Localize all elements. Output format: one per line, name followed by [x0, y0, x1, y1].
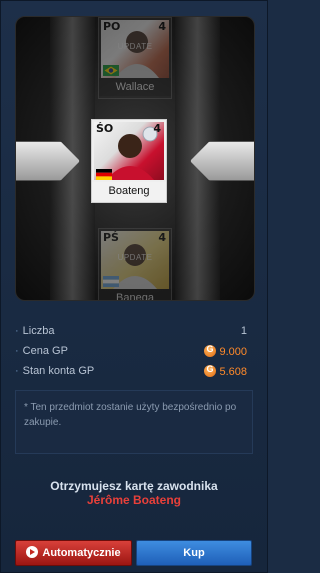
card-watermark: UPDATE	[117, 253, 153, 262]
brazil-flag-icon	[103, 65, 119, 76]
bullet-icon: ·	[15, 365, 19, 377]
bullet-icon: ·	[15, 325, 19, 337]
card-rating: 4	[153, 122, 161, 135]
card-position: PO	[103, 20, 121, 33]
price-value: 9.000	[219, 346, 247, 358]
player-card-next[interactable]: UPDATE PŚ 4 Banega	[98, 228, 172, 300]
receive-player-name: Jérôme Boateng	[86, 493, 182, 507]
card-watermark: UPDATE	[117, 42, 153, 51]
price-row: ·Cena GP 9.000	[15, 344, 255, 361]
card-rating: 4	[158, 231, 166, 244]
card-position: PŚ	[103, 231, 119, 244]
balance-label: Stan konta GP	[22, 365, 95, 377]
player-card-previous[interactable]: UPDATE PO 4 Wallace	[98, 17, 172, 99]
buy-button[interactable]: Kup	[136, 540, 252, 566]
card-player-name: Banega	[99, 289, 171, 300]
balance-row: ·Stan konta GP 5.608	[15, 364, 255, 381]
card-position: ŚO	[96, 122, 114, 135]
purchase-note: * Ten przedmiot zostanie użyty bezpośred…	[15, 390, 253, 454]
argentina-flag-icon	[103, 276, 119, 287]
germany-flag-icon	[96, 169, 112, 180]
count-row: · Liczba 1	[15, 325, 255, 341]
auto-button-label: Automatycznie	[42, 547, 121, 559]
bullet-icon: ·	[15, 345, 19, 357]
gp-coin-icon	[204, 364, 217, 377]
count-label: Liczba	[22, 325, 55, 337]
receive-text: Otrzymujesz kartę zawodnika	[50, 479, 218, 493]
card-selector: UPDATE PO 4 Wallace ŚO 4 Boateng UPDATE …	[15, 16, 255, 301]
purchase-panel: UPDATE PO 4 Wallace ŚO 4 Boateng UPDATE …	[0, 0, 268, 573]
play-icon	[26, 546, 39, 558]
card-player-name: Wallace	[99, 78, 171, 96]
card-rating: 4	[158, 20, 166, 33]
buy-button-label: Kup	[183, 547, 205, 559]
count-value: 1	[240, 325, 247, 337]
balance-value: 5.608	[219, 366, 247, 378]
player-card-selected[interactable]: ŚO 4 Boateng	[91, 119, 167, 203]
price-value-wrap: 9.000	[204, 344, 247, 358]
card-player-name: Boateng	[92, 182, 166, 200]
auto-button[interactable]: Automatycznie	[15, 540, 132, 566]
gp-coin-icon	[204, 344, 217, 357]
price-label: Cena GP	[22, 345, 68, 357]
balance-value-wrap: 5.608	[204, 364, 247, 378]
